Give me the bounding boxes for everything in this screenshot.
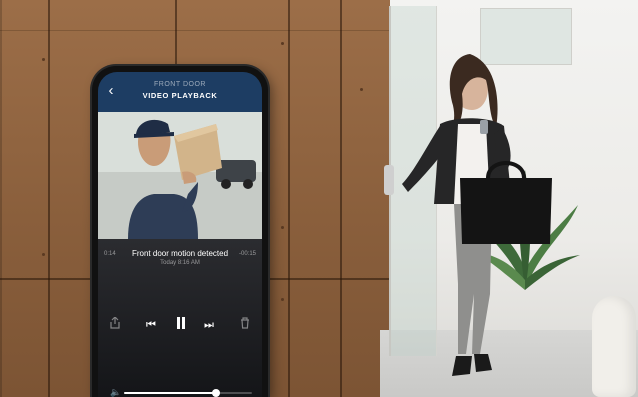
volume-icon: 🔈 <box>110 387 122 397</box>
woman-figure <box>402 54 552 376</box>
volume-slider-handle[interactable] <box>212 389 221 397</box>
door-handle <box>384 165 394 195</box>
vase <box>592 296 636 397</box>
event-title: Front door motion detected <box>131 249 229 258</box>
pause-icon <box>177 317 185 329</box>
app-header: ‹ FRONT DOOR VIDEO PLAYBACK <box>98 72 262 112</box>
smartphone: ‹ FRONT DOOR VIDEO PLAYBACK 0:14 -00:15 … <box>92 66 268 397</box>
trash-icon <box>241 317 249 329</box>
event-timestamp: Today 8:16 AM <box>160 260 200 266</box>
rewind-button[interactable]: ⏮ <box>142 317 160 333</box>
share-button[interactable] <box>108 316 122 333</box>
camera-name: FRONT DOOR <box>154 81 206 88</box>
share-icon <box>110 316 120 329</box>
pause-button[interactable] <box>172 317 190 333</box>
phone-screen: ‹ FRONT DOOR VIDEO PLAYBACK 0:14 -00:15 … <box>98 72 262 397</box>
video-frame <box>98 112 262 239</box>
rewind-icon: ⏮ <box>146 319 156 331</box>
video-player[interactable] <box>98 112 262 239</box>
volume-level-fill <box>124 392 217 394</box>
hero-image: ‹ FRONT DOOR VIDEO PLAYBACK 0:14 -00:15 … <box>0 0 638 397</box>
playback-panel: 0:14 -00:15 Front door motion detected T… <box>98 239 262 397</box>
volume-slider[interactable] <box>124 389 252 397</box>
fast-forward-button[interactable]: ⏭ <box>200 317 218 333</box>
fast-forward-icon: ⏭ <box>204 319 214 331</box>
page-title: VIDEO PLAYBACK <box>142 91 218 100</box>
delete-button[interactable] <box>238 317 252 333</box>
